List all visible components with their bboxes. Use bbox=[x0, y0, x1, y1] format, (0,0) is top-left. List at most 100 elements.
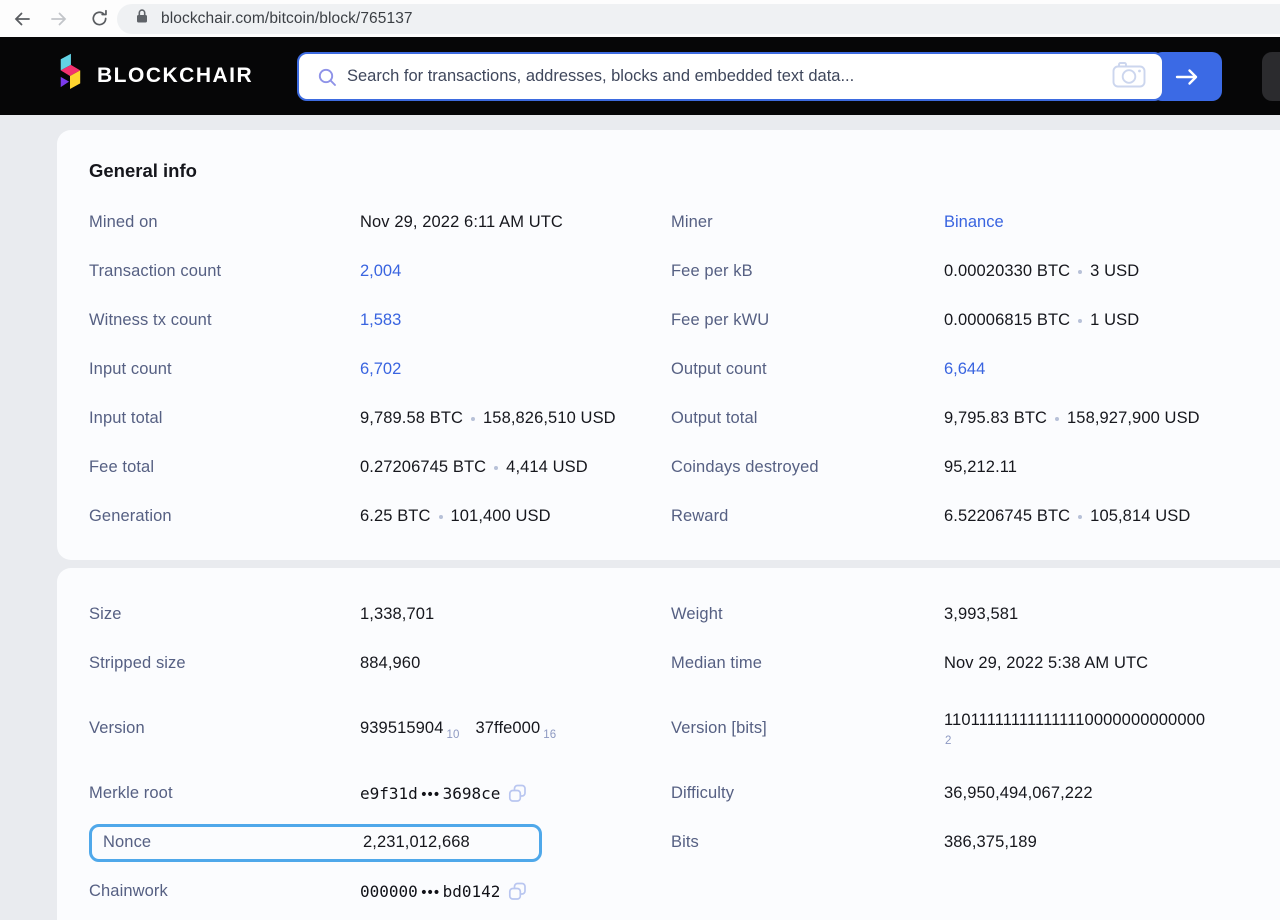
row-value: 95,212.11 bbox=[944, 458, 1017, 477]
row-label: Generation bbox=[89, 507, 172, 526]
header-right-button-partial[interactable] bbox=[1262, 52, 1280, 101]
search-icon bbox=[317, 67, 338, 93]
row-value: Nov 29, 2022 5:38 AM UTC bbox=[944, 654, 1148, 673]
row-value: 0.27206745 BTC4,414 USD bbox=[360, 458, 588, 477]
info-row-size: Size 1,338,701 Weight 3,993,581 bbox=[89, 590, 1268, 639]
row-label: Miner bbox=[671, 213, 713, 232]
row-label: Median time bbox=[671, 654, 762, 673]
search-field-container bbox=[297, 52, 1164, 101]
address-bar[interactable]: blockchair.com/bitcoin/block/765137 bbox=[117, 4, 1280, 34]
row-label: Fee per kB bbox=[671, 262, 753, 281]
row-value: Nov 29, 2022 6:11 AM UTC bbox=[360, 213, 563, 232]
row-label: Output total bbox=[671, 409, 758, 428]
witness-tx-count-link[interactable]: 1,583 bbox=[360, 311, 401, 330]
row-value: 9,795.83 BTC158,927,900 USD bbox=[944, 409, 1200, 428]
transaction-count-link[interactable]: 2,004 bbox=[360, 262, 401, 281]
search-bar bbox=[297, 52, 1222, 101]
merkle-root-hash: e9f31d•••3698ce bbox=[360, 784, 500, 803]
row-label: Stripped size bbox=[89, 654, 186, 673]
info-row-stripped-size: Stripped size 884,960 Median time Nov 29… bbox=[89, 639, 1268, 688]
row-label: Input count bbox=[89, 360, 172, 379]
row-value: 884,960 bbox=[360, 654, 420, 673]
screen: blockchair.com/bitcoin/block/765137 BLOC… bbox=[0, 0, 1280, 920]
search-input[interactable] bbox=[347, 67, 1112, 86]
row-label: Bits bbox=[671, 833, 699, 852]
row-label: Nonce bbox=[103, 833, 363, 852]
browser-back-icon[interactable] bbox=[12, 9, 32, 29]
version-bits-value: 1101111111111111100000000000002 bbox=[944, 711, 1205, 747]
ellipsis-dots: ••• bbox=[420, 787, 439, 803]
dot-separator bbox=[1078, 319, 1082, 323]
card-title: General info bbox=[89, 158, 1268, 184]
row-value: 36,950,494,067,222 bbox=[944, 784, 1093, 803]
blockchair-logo-icon bbox=[57, 51, 83, 101]
info-row-chainwork: Chainwork 000000•••bd0142 bbox=[89, 867, 1268, 916]
dot-separator bbox=[439, 515, 443, 519]
base-subscript: 10 bbox=[447, 729, 460, 741]
nonce-value: 2,231,012,668 bbox=[363, 833, 470, 852]
page-content: General info Mined on Nov 29, 2022 6:11 … bbox=[0, 115, 1280, 920]
copy-icon[interactable] bbox=[508, 784, 527, 803]
info-row-generation: Generation 6.25 BTC101,400 USD Reward 6.… bbox=[89, 492, 1268, 541]
blockchair-logo[interactable]: BLOCKCHAIR bbox=[57, 37, 253, 115]
info-row-nonce: Nonce 2,231,012,668 Bits 386,375,189 bbox=[89, 818, 1268, 867]
row-value: 0.00006815 BTC1 USD bbox=[944, 311, 1139, 330]
row-label: Mined on bbox=[89, 213, 158, 232]
row-label: Input total bbox=[89, 409, 163, 428]
row-value: 9,789.58 BTC158,826,510 USD bbox=[360, 409, 616, 428]
row-label: Fee per kWU bbox=[671, 311, 769, 330]
row-value: 386,375,189 bbox=[944, 833, 1037, 852]
row-label: Chainwork bbox=[89, 882, 168, 901]
browser-reload-icon[interactable] bbox=[89, 9, 109, 29]
row-label: Merkle root bbox=[89, 784, 173, 803]
lock-icon bbox=[135, 8, 149, 29]
browser-toolbar: blockchair.com/bitcoin/block/765137 bbox=[0, 0, 1280, 37]
info-row-mined-on: Mined on Nov 29, 2022 6:11 AM UTC Miner … bbox=[89, 198, 1268, 247]
output-count-link[interactable]: 6,644 bbox=[944, 360, 985, 379]
base-subscript: 2 bbox=[945, 735, 1205, 747]
row-label: Coindays destroyed bbox=[671, 458, 819, 477]
brand-wordmark: BLOCKCHAIR bbox=[97, 64, 253, 88]
arrow-right-icon bbox=[1173, 66, 1201, 88]
general-info-card: General info Mined on Nov 29, 2022 6:11 … bbox=[57, 130, 1280, 560]
row-label: Witness tx count bbox=[89, 311, 212, 330]
input-count-link[interactable]: 6,702 bbox=[360, 360, 401, 379]
row-label: Version [bits] bbox=[671, 719, 767, 738]
row-label: Output count bbox=[671, 360, 767, 379]
info-row-transaction-count: Transaction count 2,004 Fee per kB 0.000… bbox=[89, 247, 1268, 296]
row-label: Reward bbox=[671, 507, 728, 526]
row-label: Transaction count bbox=[89, 262, 221, 281]
info-row-witness-tx-count: Witness tx count 1,583 Fee per kWU 0.000… bbox=[89, 296, 1268, 345]
base-subscript: 16 bbox=[543, 729, 556, 741]
row-label: Size bbox=[89, 605, 122, 624]
info-row-fee-total: Fee total 0.27206745 BTC4,414 USD Coinda… bbox=[89, 443, 1268, 492]
row-value: 1,338,701 bbox=[360, 605, 434, 624]
dot-separator bbox=[1078, 515, 1082, 519]
ellipsis-dots: ••• bbox=[420, 885, 439, 901]
info-row-merkle-root: Merkle root e9f31d•••3698ce Difficulty 3… bbox=[89, 769, 1268, 818]
row-label: Fee total bbox=[89, 458, 154, 477]
dot-separator bbox=[494, 466, 498, 470]
info-row-input-total: Input total 9,789.58 BTC158,826,510 USD … bbox=[89, 394, 1268, 443]
version-value: 9395159041037ffe00016 bbox=[360, 719, 556, 738]
site-header: BLOCKCHAIR bbox=[0, 37, 1280, 115]
miner-link[interactable]: Binance bbox=[944, 213, 1004, 232]
row-value: 3,993,581 bbox=[944, 605, 1018, 624]
nonce-highlight-box: Nonce 2,231,012,668 bbox=[89, 824, 542, 862]
row-value: 6.25 BTC101,400 USD bbox=[360, 507, 551, 526]
dot-separator bbox=[1055, 417, 1059, 421]
browser-forward-icon[interactable] bbox=[49, 9, 69, 29]
technical-details-card: Size 1,338,701 Weight 3,993,581 Stripped… bbox=[57, 568, 1280, 920]
info-row-version: Version 9395159041037ffe00016 Version [b… bbox=[89, 688, 1268, 769]
row-value: 6.52206745 BTC105,814 USD bbox=[944, 507, 1190, 526]
dot-separator bbox=[471, 417, 475, 421]
copy-icon[interactable] bbox=[508, 882, 527, 901]
camera-icon[interactable] bbox=[1112, 61, 1146, 93]
dot-separator bbox=[1078, 270, 1082, 274]
row-label: Weight bbox=[671, 605, 723, 624]
row-label: Version bbox=[89, 719, 145, 738]
row-label: Difficulty bbox=[671, 784, 734, 803]
url-text: blockchair.com/bitcoin/block/765137 bbox=[161, 10, 413, 28]
row-value: 0.00020330 BTC3 USD bbox=[944, 262, 1139, 281]
chainwork-hash: 000000•••bd0142 bbox=[360, 882, 500, 901]
